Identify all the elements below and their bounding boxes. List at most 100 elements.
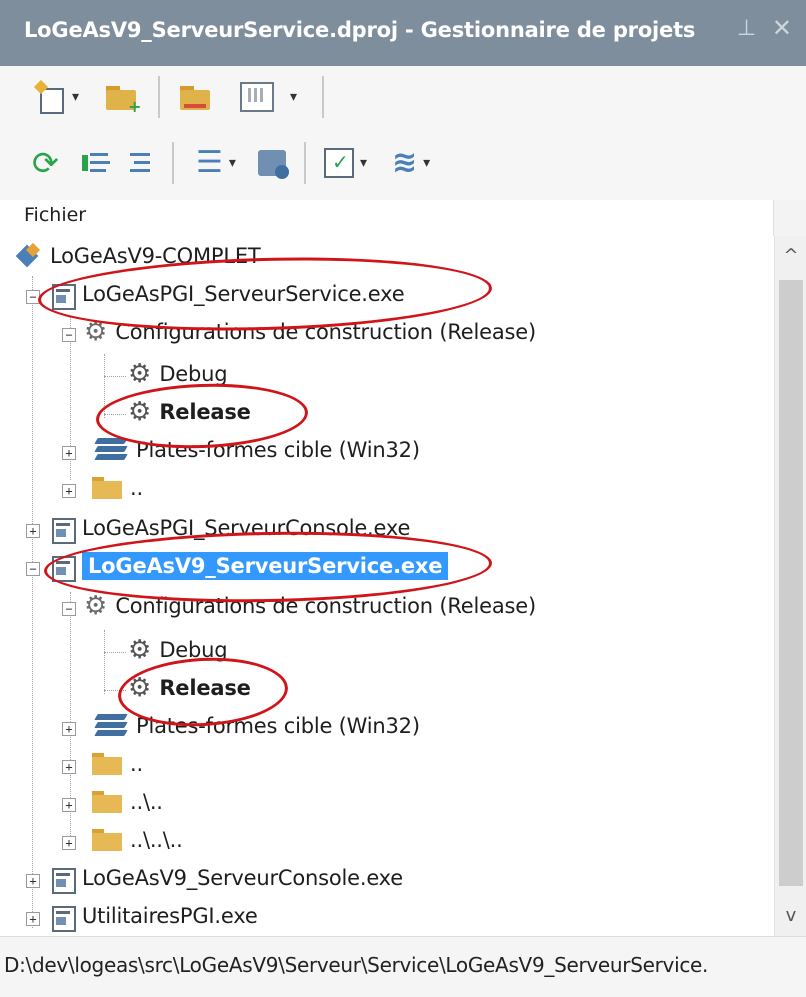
chevron-down-icon[interactable]: ▾ — [360, 155, 367, 171]
tree-item-label: Plates-formes cible (Win32) — [136, 714, 420, 738]
remove-button[interactable] — [180, 78, 212, 116]
exe-project-icon — [46, 864, 76, 894]
gears-icon: ⚙ — [84, 591, 108, 621]
show-targets-icon — [258, 150, 289, 179]
layers-icon — [94, 438, 128, 462]
layout-icon — [240, 82, 274, 112]
tree-item-folder[interactable]: .. — [92, 744, 143, 784]
remove-folder-icon — [180, 84, 212, 110]
tree-item-label: Debug — [159, 638, 228, 662]
gear-icon: ⚙ — [128, 359, 152, 389]
tree-item-folder[interactable]: ..\.. — [92, 782, 163, 822]
folder-icon — [92, 829, 122, 851]
toolbar-separator — [322, 76, 324, 118]
expand-toggle[interactable]: + — [62, 798, 76, 812]
refresh-icon: ⟳ — [32, 144, 59, 182]
collapse-button[interactable] — [128, 144, 156, 182]
collapse-toggle[interactable]: − — [62, 328, 76, 342]
build-order-icon: ☰ — [196, 145, 223, 180]
show-targets-button[interactable] — [258, 144, 289, 182]
tree-item-debug-config[interactable]: ⚙ Debug — [128, 354, 228, 394]
tree-item-label: Release — [159, 676, 251, 700]
tree-item-project[interactable]: UtilitairesPGI.exe — [46, 896, 258, 936]
scroll-thumb[interactable] — [779, 280, 803, 886]
expand-toggle[interactable]: + — [62, 836, 76, 850]
column-header-label: Fichier — [24, 204, 87, 226]
column-header-filler — [773, 200, 806, 236]
chevron-down-icon[interactable]: ▾ — [423, 155, 430, 171]
expand-button[interactable] — [82, 144, 110, 182]
folder-icon — [92, 477, 122, 499]
chevron-down-icon[interactable]: ▾ — [290, 89, 297, 105]
tree-item-label: .. — [130, 476, 143, 500]
expand-icon — [82, 149, 110, 177]
collapse-toggle[interactable]: − — [26, 562, 40, 576]
status-path: D:\dev\logeas\src\LoGeAsV9\Serveur\Servi… — [4, 953, 709, 977]
exe-project-icon — [46, 514, 76, 544]
collapse-toggle[interactable]: − — [26, 290, 40, 304]
gears-icon: ⚙ — [84, 317, 108, 347]
status-bar: D:\dev\logeas\src\LoGeAsV9\Serveur\Servi… — [0, 936, 806, 997]
build-all-icon: ≋ — [392, 145, 418, 180]
add-existing-button[interactable]: + — [106, 78, 141, 116]
vertical-scrollbar[interactable]: ^ v — [774, 236, 806, 936]
expand-toggle[interactable]: + — [26, 912, 40, 926]
tree-item-build-configurations[interactable]: ⚙ Configurations de construction (Releas… — [84, 312, 536, 352]
project-tree[interactable]: LoGeAsV9-COMPLET − LoGeAsPGI_ServeurServ… — [0, 236, 774, 936]
column-header[interactable]: Fichier — [0, 200, 806, 236]
exe-project-icon — [46, 552, 76, 582]
tree-item-project-group[interactable]: LoGeAsV9-COMPLET — [16, 236, 261, 276]
tree-item-target-platforms[interactable]: Plates-formes cible (Win32) — [94, 430, 420, 470]
close-icon[interactable]: ✕ — [772, 14, 792, 42]
expand-toggle[interactable]: + — [62, 446, 76, 460]
tree-item-label: LoGeAsV9_ServeurService.exe — [82, 552, 449, 580]
collapse-toggle[interactable]: − — [62, 602, 76, 616]
new-project-button[interactable]: ▾ — [33, 78, 79, 116]
tree-item-debug-config[interactable]: ⚙ Debug — [128, 630, 228, 670]
tree-item-folder[interactable]: .. — [92, 468, 143, 508]
tree-item-folder[interactable]: ..\..\.. — [92, 820, 183, 860]
tree-item-label: ..\..\.. — [130, 828, 183, 852]
tree-item-active-project[interactable]: LoGeAsV9_ServeurService.exe — [46, 546, 449, 586]
scroll-up-icon[interactable]: ^ — [775, 236, 806, 276]
build-order-button[interactable]: ☰ ▾ — [196, 144, 236, 182]
tree-item-label: Debug — [159, 362, 228, 386]
chevron-down-icon[interactable]: ▾ — [72, 89, 79, 105]
tree-item-release-config[interactable]: ⚙ Release — [128, 392, 251, 432]
folder-icon — [92, 791, 122, 813]
panel-title-bar: LoGeAsV9_ServeurService.dproj - Gestionn… — [0, 0, 806, 66]
expand-toggle[interactable]: + — [62, 760, 76, 774]
gear-icon: ⚙ — [128, 673, 152, 703]
tree-item-project[interactable]: LoGeAsPGI_ServeurService.exe — [46, 274, 405, 314]
tree-item-project[interactable]: LoGeAsPGI_ServeurConsole.exe — [46, 508, 410, 548]
pin-icon[interactable]: ⊥ — [737, 16, 756, 41]
tree-item-target-platforms[interactable]: Plates-formes cible (Win32) — [94, 706, 420, 746]
toolbar-separator — [172, 142, 174, 184]
chevron-down-icon[interactable]: ▾ — [229, 155, 236, 171]
expand-toggle[interactable]: + — [26, 874, 40, 888]
layers-icon — [94, 714, 128, 738]
tree-item-label: Configurations de construction (Release) — [115, 320, 536, 344]
toolbar-primary: ▾ + ▾ — [0, 66, 806, 129]
tree-item-project[interactable]: LoGeAsV9_ServeurConsole.exe — [46, 858, 403, 898]
tree-item-label: LoGeAsV9_ServeurConsole.exe — [82, 866, 403, 890]
toolbar-separator — [158, 76, 160, 118]
expand-toggle[interactable]: + — [62, 484, 76, 498]
layout-button[interactable]: ▾ — [240, 78, 297, 116]
build-check-icon — [324, 148, 354, 178]
refresh-button[interactable]: ⟳ — [32, 144, 59, 182]
tree-item-label: Release — [159, 400, 251, 424]
tree-item-release-config[interactable]: ⚙ Release — [128, 668, 251, 708]
tree-item-label: LoGeAsV9-COMPLET — [50, 244, 261, 268]
expand-toggle[interactable]: + — [62, 722, 76, 736]
tree-item-label: LoGeAsPGI_ServeurService.exe — [82, 282, 405, 306]
build-all-button[interactable]: ≋ ▾ — [392, 144, 430, 182]
folder-icon — [92, 753, 122, 775]
tree-item-label: UtilitairesPGI.exe — [82, 904, 258, 928]
build-check-button[interactable]: ▾ — [324, 144, 367, 182]
expand-toggle[interactable]: + — [26, 524, 40, 538]
scroll-down-icon[interactable]: v — [775, 896, 806, 936]
tree-item-label: Plates-formes cible (Win32) — [136, 438, 420, 462]
tree-item-build-configurations[interactable]: ⚙ Configurations de construction (Releas… — [84, 586, 536, 626]
gear-icon: ⚙ — [128, 397, 152, 427]
